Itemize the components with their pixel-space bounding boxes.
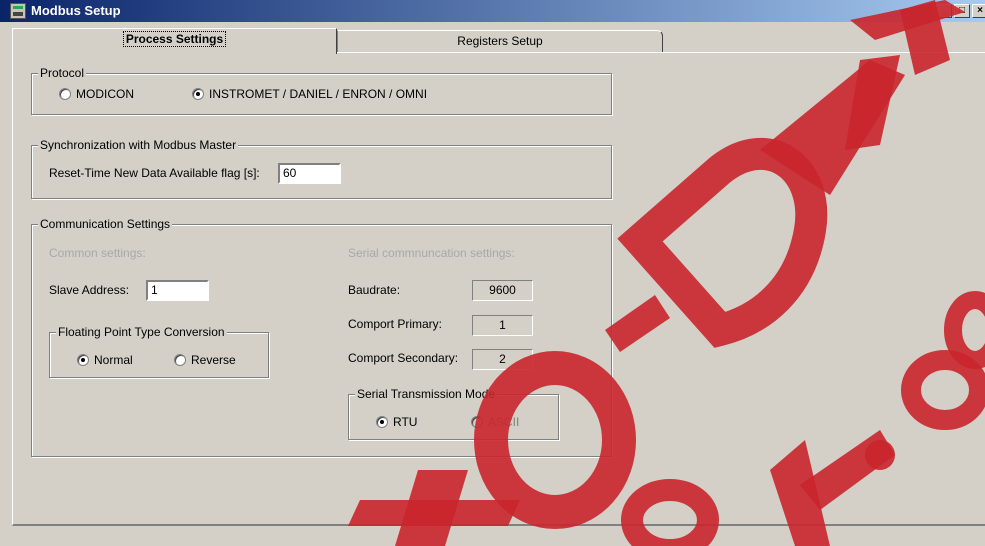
tab-registers-setup-label: Registers Setup	[457, 34, 543, 48]
floating-point-group-title: Floating Point Type Conversion	[56, 325, 227, 339]
common-settings-label: Common settings:	[49, 246, 146, 260]
serial-settings-label: Serial commnuncation settings:	[348, 246, 515, 260]
modbus-setup-window: Modbus Setup _ □ × Process Settings Regi…	[0, 0, 985, 546]
sync-group: Synchronization with Modbus Master Reset…	[31, 138, 612, 199]
title-bar[interactable]: Modbus Setup _ □ ×	[0, 0, 985, 22]
floating-point-group: Floating Point Type Conversion Normal Re…	[49, 325, 269, 378]
modicon-radio[interactable]	[59, 88, 71, 100]
comport-secondary-label: Comport Secondary:	[348, 351, 459, 365]
instromet-label[interactable]: INSTROMET / DANIEL / ENRON / OMNI	[209, 87, 427, 101]
tab-panel: Protocol MODICON INSTROMET / DANIEL / EN…	[12, 52, 985, 526]
slave-address-input[interactable]: 1	[146, 280, 209, 301]
comport-primary-value: 1	[472, 315, 533, 336]
serial-transmission-group-title: Serial Transmission Mode	[355, 387, 498, 401]
reverse-radio[interactable]	[174, 354, 186, 366]
communication-group: Communication Settings Common settings: …	[31, 217, 612, 457]
ascii-radio[interactable]	[471, 416, 483, 428]
baudrate-label: Baudrate:	[348, 283, 401, 297]
maximize-button[interactable]: □	[954, 4, 970, 18]
tab-registers-setup[interactable]: Registers Setup	[337, 30, 663, 52]
protocol-group: Protocol MODICON INSTROMET / DANIEL / EN…	[31, 66, 612, 115]
comport-primary-label: Comport Primary:	[348, 317, 443, 331]
modicon-label[interactable]: MODICON	[76, 87, 134, 101]
baudrate-value: 9600	[472, 280, 533, 301]
normal-label[interactable]: Normal	[94, 353, 133, 367]
close-button[interactable]: ×	[972, 4, 985, 18]
slave-address-label: Slave Address:	[49, 283, 130, 297]
reset-time-input[interactable]: 60	[278, 163, 341, 184]
tab-process-settings-label: Process Settings	[122, 31, 227, 47]
instromet-radio[interactable]	[192, 88, 204, 100]
communication-group-title: Communication Settings	[38, 217, 173, 231]
tab-process-settings[interactable]: Process Settings	[12, 28, 337, 54]
rtu-label[interactable]: RTU	[393, 415, 417, 429]
app-icon	[10, 3, 26, 19]
reverse-label[interactable]: Reverse	[191, 353, 236, 367]
reset-time-label: Reset-Time New Data Available flag [s]:	[49, 166, 260, 180]
sync-group-title: Synchronization with Modbus Master	[38, 138, 239, 152]
ascii-label[interactable]: ASCII	[488, 415, 519, 429]
protocol-group-title: Protocol	[38, 66, 87, 80]
minimize-button[interactable]: _	[936, 4, 952, 18]
rtu-radio[interactable]	[376, 416, 388, 428]
normal-radio[interactable]	[77, 354, 89, 366]
window-title: Modbus Setup	[31, 3, 121, 18]
comport-secondary-value: 2	[472, 349, 533, 370]
serial-transmission-group: Serial Transmission Mode RTU ASCII	[348, 387, 559, 440]
